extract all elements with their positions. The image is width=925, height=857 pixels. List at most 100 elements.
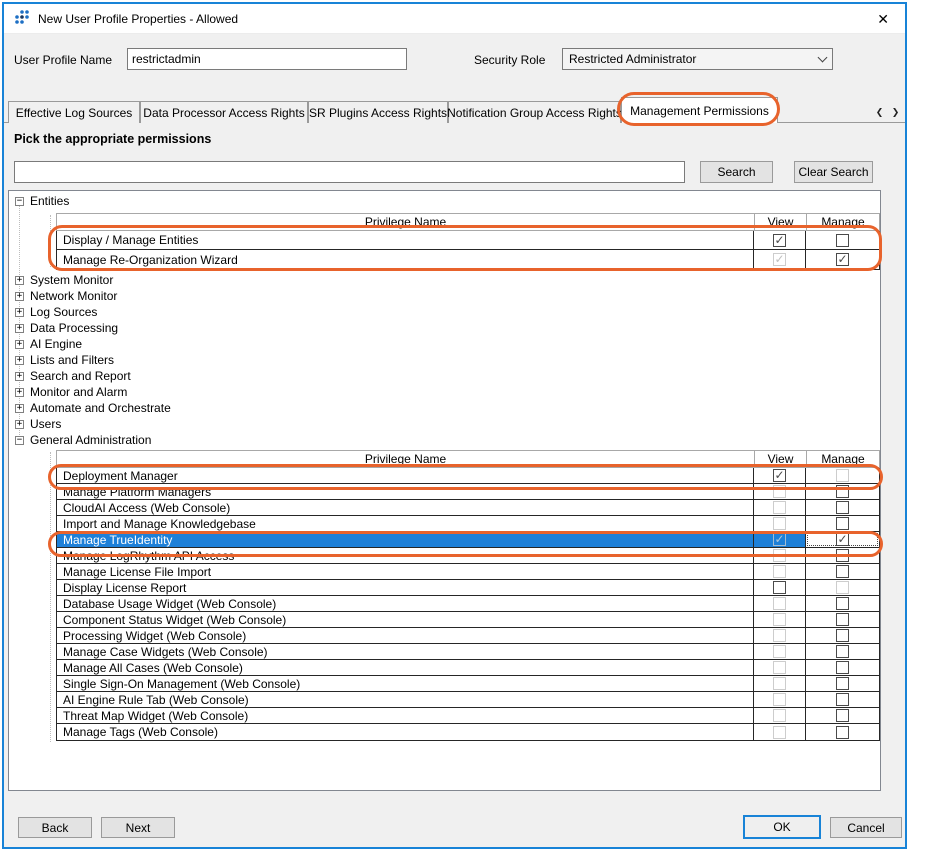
view-checkbox[interactable] — [773, 645, 786, 658]
cancel-button[interactable]: Cancel — [830, 817, 902, 838]
security-role-select[interactable]: Restricted Administrator — [562, 48, 833, 70]
table-row[interactable]: Database Usage Widget (Web Console) — [57, 596, 879, 612]
view-checkbox[interactable] — [773, 613, 786, 626]
tree-node-label[interactable]: Automate and Orchestrate — [30, 401, 171, 415]
table-row[interactable]: Manage Re-Organization Wizard — [57, 250, 879, 269]
back-button[interactable]: Back — [18, 817, 92, 838]
table-row[interactable]: Component Status Widget (Web Console) — [57, 612, 879, 628]
manage-checkbox[interactable] — [836, 661, 849, 674]
tree-node-monitor-and-alarm[interactable]: Monitor and Alarm — [15, 384, 127, 400]
tree-node-lists-and-filters[interactable]: Lists and Filters — [15, 352, 114, 368]
tree-node-network-monitor[interactable]: Network Monitor — [15, 288, 117, 304]
tab-sr-plugins-access-rights[interactable]: SR Plugins Access Rights — [308, 101, 448, 123]
tab-effective-log-sources[interactable]: Effective Log Sources — [8, 101, 140, 123]
tree-node-general-administration[interactable]: General Administration — [15, 432, 151, 448]
manage-checkbox[interactable] — [836, 517, 849, 530]
view-checkbox[interactable] — [773, 517, 786, 530]
manage-checkbox[interactable] — [836, 234, 849, 247]
privilege-name[interactable]: Display / Manage Entities — [57, 231, 754, 249]
table-row[interactable]: Display License Report — [57, 580, 879, 596]
privilege-name[interactable]: CloudAI Access (Web Console) — [57, 500, 754, 515]
manage-checkbox[interactable] — [836, 565, 849, 578]
tree-expander-icon[interactable] — [15, 197, 24, 206]
table-row[interactable]: Import and Manage Knowledgebase — [57, 516, 879, 532]
tree-expander-icon[interactable] — [15, 276, 24, 285]
tree-node-label[interactable]: System Monitor — [30, 273, 113, 287]
manage-checkbox[interactable] — [836, 549, 849, 562]
manage-checkbox[interactable] — [836, 597, 849, 610]
table-row[interactable]: CloudAI Access (Web Console) — [57, 500, 879, 516]
profile-name-input[interactable] — [127, 48, 407, 70]
next-button[interactable]: Next — [101, 817, 175, 838]
privilege-name[interactable]: Manage Re-Organization Wizard — [57, 250, 754, 269]
tree-expander-icon[interactable] — [15, 356, 24, 365]
tree-expander-icon[interactable] — [15, 340, 24, 349]
tree-node-search-and-report[interactable]: Search and Report — [15, 368, 131, 384]
tree-node-label[interactable]: Network Monitor — [30, 289, 117, 303]
privilege-name[interactable]: Manage All Cases (Web Console) — [57, 660, 754, 675]
view-checkbox[interactable] — [773, 565, 786, 578]
tree-node-entities[interactable]: Entities — [15, 193, 69, 209]
table-row[interactable]: Manage License File Import — [57, 564, 879, 580]
tab-data-processor-access-rights[interactable]: Data Processor Access Rights — [140, 101, 308, 123]
tree-node-label[interactable]: Monitor and Alarm — [30, 385, 127, 399]
view-checkbox[interactable] — [773, 234, 786, 247]
manage-checkbox[interactable] — [836, 629, 849, 642]
tree-node-label[interactable]: Entities — [30, 194, 69, 208]
table-row[interactable]: Manage Tags (Web Console) — [57, 724, 879, 740]
search-button[interactable]: Search — [700, 161, 773, 183]
tree-expander-icon[interactable] — [15, 436, 24, 445]
manage-checkbox[interactable] — [836, 613, 849, 626]
table-row[interactable]: Display / Manage Entities — [57, 231, 879, 250]
view-checkbox[interactable] — [773, 629, 786, 642]
manage-checkbox[interactable] — [836, 645, 849, 658]
privilege-name[interactable]: Manage Platform Managers — [57, 484, 754, 499]
tree-node-label[interactable]: Lists and Filters — [30, 353, 114, 367]
privilege-name[interactable]: Import and Manage Knowledgebase — [57, 516, 754, 531]
tree-expander-icon[interactable] — [15, 372, 24, 381]
tab-scroll-right-icon[interactable]: ❯ — [888, 104, 903, 121]
manage-checkbox[interactable] — [836, 533, 849, 546]
view-checkbox[interactable] — [773, 709, 786, 722]
table-row[interactable]: Manage Platform Managers — [57, 484, 879, 500]
table-row[interactable]: Manage LogRhythm API Access — [57, 548, 879, 564]
tree-node-automate-and-orchestrate[interactable]: Automate and Orchestrate — [15, 400, 171, 416]
view-checkbox[interactable] — [773, 597, 786, 610]
privilege-name[interactable]: Processing Widget (Web Console) — [57, 628, 754, 643]
table-row[interactable]: Single Sign-On Management (Web Console) — [57, 676, 879, 692]
view-checkbox[interactable] — [773, 253, 786, 266]
manage-checkbox[interactable] — [836, 501, 849, 514]
tree-node-log-sources[interactable]: Log Sources — [15, 304, 97, 320]
privilege-name[interactable]: Manage License File Import — [57, 564, 754, 579]
view-checkbox[interactable] — [773, 661, 786, 674]
manage-checkbox[interactable] — [836, 253, 849, 266]
table-row[interactable]: Processing Widget (Web Console) — [57, 628, 879, 644]
tab-scroll-left-icon[interactable]: ❮ — [872, 104, 887, 121]
privilege-name[interactable]: Manage TrueIdentity — [57, 532, 754, 547]
view-checkbox[interactable] — [773, 581, 786, 594]
manage-checkbox[interactable] — [836, 581, 849, 594]
privilege-name[interactable]: Display License Report — [57, 580, 754, 595]
manage-checkbox[interactable] — [836, 469, 849, 482]
privilege-name[interactable]: Manage Case Widgets (Web Console) — [57, 644, 754, 659]
tab-management-permissions[interactable]: Management Permissions — [621, 97, 778, 123]
tree-node-users[interactable]: Users — [15, 416, 61, 432]
view-checkbox[interactable] — [773, 677, 786, 690]
tree-node-label[interactable]: Data Processing — [30, 321, 118, 335]
view-checkbox[interactable] — [773, 693, 786, 706]
privilege-name[interactable]: AI Engine Rule Tab (Web Console) — [57, 692, 754, 707]
table-row[interactable]: Deployment Manager — [57, 468, 879, 484]
privilege-name[interactable]: Component Status Widget (Web Console) — [57, 612, 754, 627]
table-row[interactable]: Manage Case Widgets (Web Console) — [57, 644, 879, 660]
manage-checkbox[interactable] — [836, 677, 849, 690]
view-checkbox[interactable] — [773, 549, 786, 562]
view-checkbox[interactable] — [773, 485, 786, 498]
manage-checkbox[interactable] — [836, 726, 849, 739]
tree-node-label[interactable]: General Administration — [30, 433, 151, 447]
privilege-name[interactable]: Deployment Manager — [57, 468, 754, 483]
privilege-name[interactable]: Single Sign-On Management (Web Console) — [57, 676, 754, 691]
table-row[interactable]: AI Engine Rule Tab (Web Console) — [57, 692, 879, 708]
view-checkbox[interactable] — [773, 501, 786, 514]
tab-notification-group-access-rights[interactable]: Notification Group Access Rights — [448, 101, 621, 123]
tree-expander-icon[interactable] — [15, 292, 24, 301]
